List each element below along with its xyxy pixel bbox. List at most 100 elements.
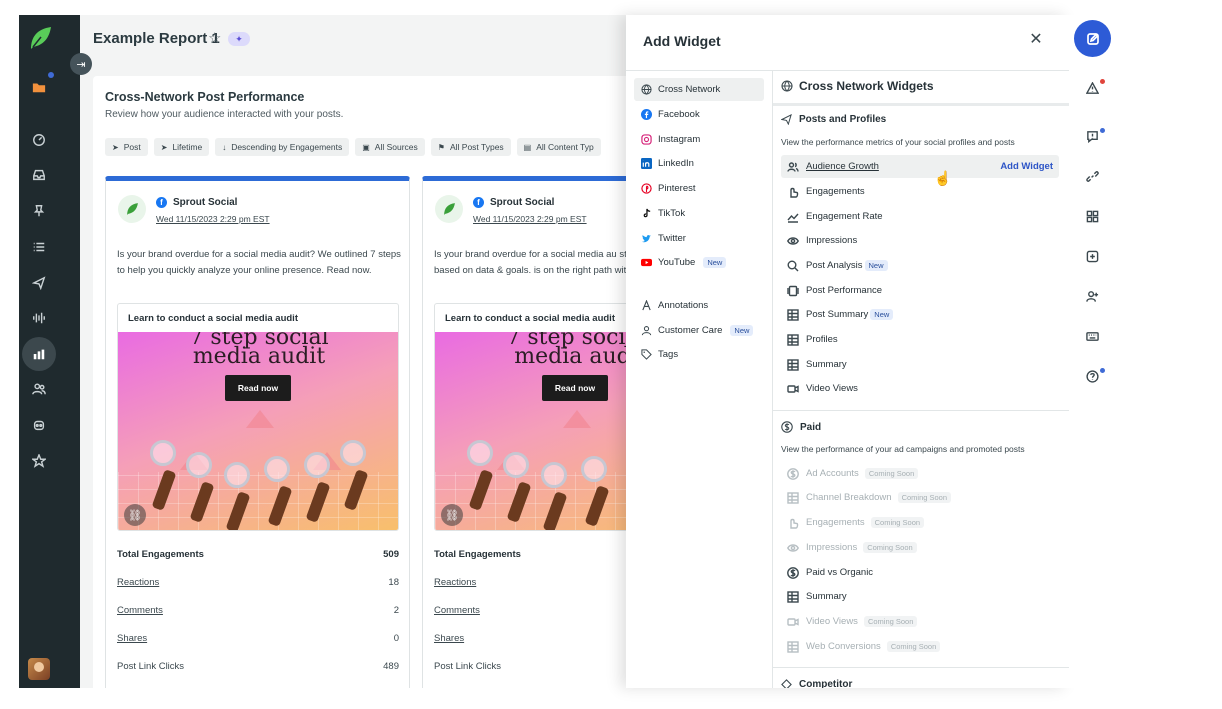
dollar-icon: [787, 467, 799, 480]
widget-profiles[interactable]: Profiles: [781, 328, 1059, 351]
favorite-star-icon[interactable]: ☆: [208, 29, 221, 47]
expand-nav-icon[interactable]: ⇥: [70, 53, 92, 75]
widget-web-conversions: Web Conversions Coming Soon: [781, 635, 1059, 658]
list-icon[interactable]: [29, 237, 49, 257]
link-icon[interactable]: ⛓: [441, 504, 463, 526]
category-cross-network[interactable]: Cross Network: [634, 78, 764, 101]
widget-post-analysis[interactable]: Post Analysis New: [781, 254, 1059, 277]
left-nav: [19, 15, 80, 688]
pinterest-icon: [641, 183, 652, 194]
category-youtube[interactable]: YouTube New: [634, 251, 764, 274]
ai-sparkle-icon[interactable]: ✦: [228, 32, 250, 46]
add-user-icon[interactable]: [1084, 288, 1100, 304]
filter-sort[interactable]: ↓ Descending by Engagements: [215, 138, 350, 156]
sprout-logo-icon[interactable]: [27, 25, 53, 51]
widget-post-summary[interactable]: Post Summary New: [781, 303, 1059, 326]
category-customer-care[interactable]: Customer Care New: [634, 319, 764, 342]
dollar-icon: [787, 566, 799, 579]
decor-arrow: [246, 410, 274, 428]
filter-sources[interactable]: ▣ All Sources: [355, 138, 425, 156]
people-icon: [787, 161, 799, 172]
table-icon: [787, 308, 799, 321]
link-preview[interactable]: Learn to conduct a social media audit 7 …: [117, 303, 399, 531]
send-icon[interactable]: [29, 273, 49, 293]
alert-icon[interactable]: [1084, 80, 1100, 96]
widget-audience-growth[interactable]: Audience Growth Add Widget: [781, 155, 1059, 178]
widget-paid-vs-organic[interactable]: Paid vs Organic: [781, 561, 1059, 584]
listening-icon[interactable]: [29, 308, 49, 328]
decor-arrow: [563, 410, 591, 428]
widget-summary[interactable]: Summary: [781, 353, 1059, 376]
chat-dot: [1100, 128, 1105, 133]
widgets-header: Cross Network Widgets: [781, 79, 934, 93]
post-text: Is your brand overdue for a social media…: [117, 249, 401, 276]
post-card[interactable]: f Sprout Social Wed 11/15/2023 2:29 pm E…: [105, 176, 410, 688]
widget-ad-accounts: Ad Accounts Coming Soon: [781, 462, 1059, 485]
category-annotations[interactable]: Annotations: [634, 294, 764, 317]
category-twitter[interactable]: Twitter: [634, 227, 764, 250]
post-date-link[interactable]: Wed 11/15/2023 2:29 pm EST: [156, 214, 270, 224]
widget-paid-summary[interactable]: Summary: [781, 585, 1059, 608]
post-date-link[interactable]: Wed 11/15/2023 2:29 pm EST: [473, 214, 587, 224]
filter-lifetime[interactable]: ➤ Lifetime: [153, 138, 210, 156]
category-facebook[interactable]: Facebook: [634, 103, 764, 126]
drawer-title: Add Widget: [643, 33, 721, 49]
video-icon: [787, 617, 799, 626]
panel-title: Cross-Network Post Performance: [105, 90, 305, 104]
tiktok-icon: [643, 208, 651, 218]
filter-content-types[interactable]: ▤ All Content Typ: [516, 138, 601, 156]
filter-post-types[interactable]: ⚑ All Post Types: [430, 138, 511, 156]
pin-icon[interactable]: [29, 201, 49, 221]
coming-soon-badge: Coming Soon: [897, 492, 952, 503]
sprout-avatar-icon: [118, 195, 146, 223]
panel-subtitle: Review how your audience interacted with…: [105, 109, 344, 120]
table-icon: [787, 640, 799, 653]
widget-post-performance[interactable]: Post Performance: [781, 279, 1059, 302]
magnifier-graphic: [186, 452, 212, 478]
engagement-icon: [790, 518, 799, 529]
link-icon[interactable]: [1084, 168, 1100, 184]
category-pinterest[interactable]: Pinterest: [634, 177, 764, 200]
engagement-icon: [790, 187, 799, 198]
category-tags[interactable]: Tags: [634, 343, 764, 366]
category-tiktok[interactable]: TikTok: [634, 202, 764, 225]
keyboard-icon[interactable]: [1084, 328, 1100, 344]
read-now-button[interactable]: Read now: [542, 375, 608, 401]
user-avatar[interactable]: [28, 658, 50, 680]
people-icon[interactable]: [29, 379, 49, 399]
widget-engagement-rate[interactable]: Engagement Rate: [781, 205, 1059, 228]
add-box-icon[interactable]: [1084, 248, 1100, 264]
metric-link-clicks: Post Link Clicks 489: [117, 661, 399, 672]
add-widget-button[interactable]: Add Widget: [1000, 161, 1053, 172]
widget-impressions[interactable]: Impressions: [781, 229, 1059, 252]
magnifier-graphic: [150, 440, 176, 466]
widget-video-views[interactable]: Video Views: [781, 377, 1059, 400]
filter-post[interactable]: ➤ Post: [105, 138, 148, 156]
close-icon[interactable]: ✕: [1028, 31, 1044, 48]
help-icon[interactable]: [1084, 368, 1100, 384]
widget-engagements[interactable]: Engagements: [781, 180, 1059, 203]
add-widget-drawer: Add Widget ✕ Cross Network Facebook Inst…: [626, 15, 1069, 688]
compose-button[interactable]: [1074, 20, 1111, 57]
video-icon: [787, 384, 799, 393]
new-badge: New: [703, 257, 727, 268]
category-instagram[interactable]: Instagram: [634, 128, 764, 151]
folder-icon[interactable]: [29, 77, 49, 97]
grid-icon[interactable]: [1084, 208, 1100, 224]
dashboard-icon[interactable]: [29, 130, 49, 150]
eye-icon: [787, 543, 799, 552]
widget-paid-video-views: Video Views Coming Soon: [781, 610, 1059, 633]
reports-icon[interactable]: [29, 344, 49, 364]
chat-icon[interactable]: [1084, 128, 1100, 144]
image-icon: ▤: [523, 142, 532, 152]
post-performance-icon: [787, 285, 799, 296]
star-badge-icon[interactable]: [29, 451, 49, 471]
magnifier-graphic: [581, 456, 607, 482]
new-badge: New: [730, 325, 754, 336]
category-linkedin[interactable]: LinkedIn: [634, 152, 764, 175]
inbox-icon[interactable]: [29, 165, 49, 185]
link-icon[interactable]: ⛓: [124, 504, 146, 526]
read-now-button[interactable]: Read now: [225, 375, 291, 401]
compose-icon: [1086, 32, 1099, 45]
bot-icon[interactable]: [29, 415, 49, 435]
